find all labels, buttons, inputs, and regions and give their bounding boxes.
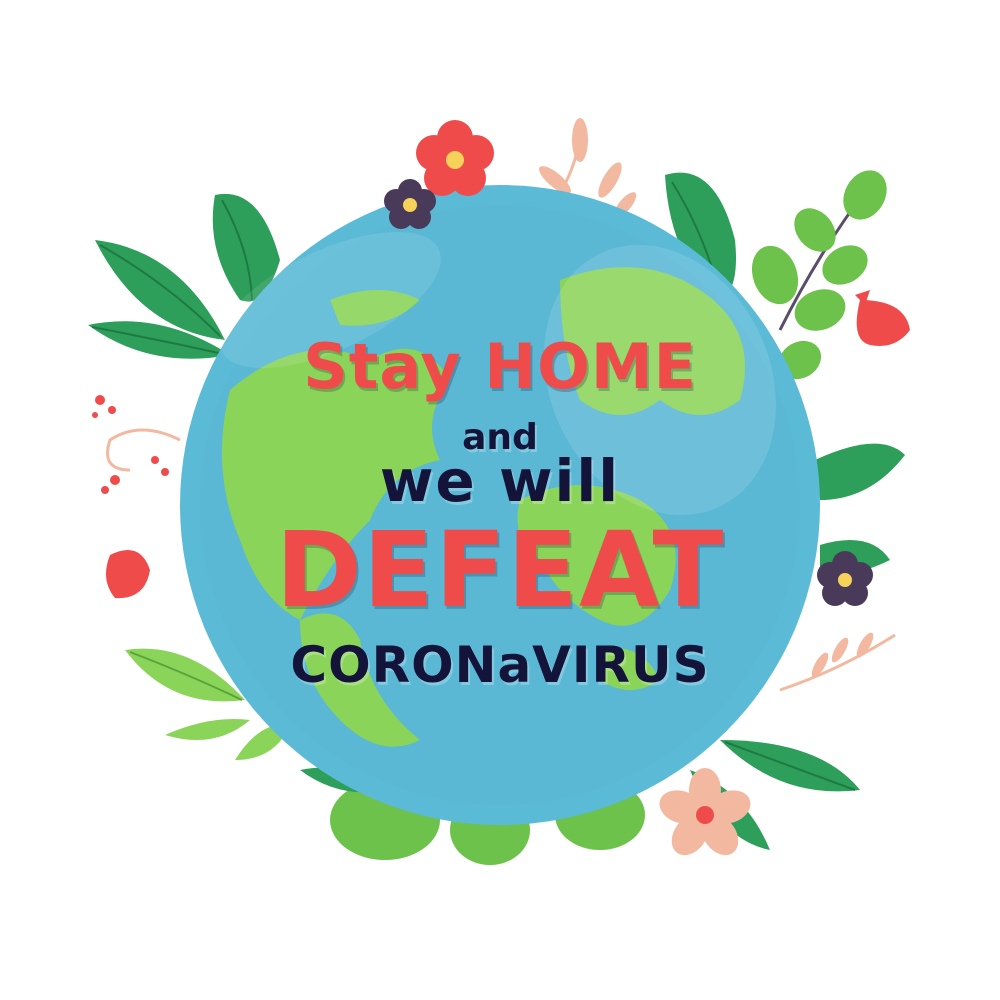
slogan-line-coronavirus: CORONaVIRUS xyxy=(290,636,710,694)
slogan-line-stay-home: Stay HOME xyxy=(303,330,697,403)
slogan-lettering: Stay HOME and we will DEFEAT CORONaVIRUS xyxy=(0,0,1000,1000)
slogan-line-defeat: DEFEAT xyxy=(275,509,725,631)
slogan-line-we-will: we will xyxy=(379,447,621,515)
